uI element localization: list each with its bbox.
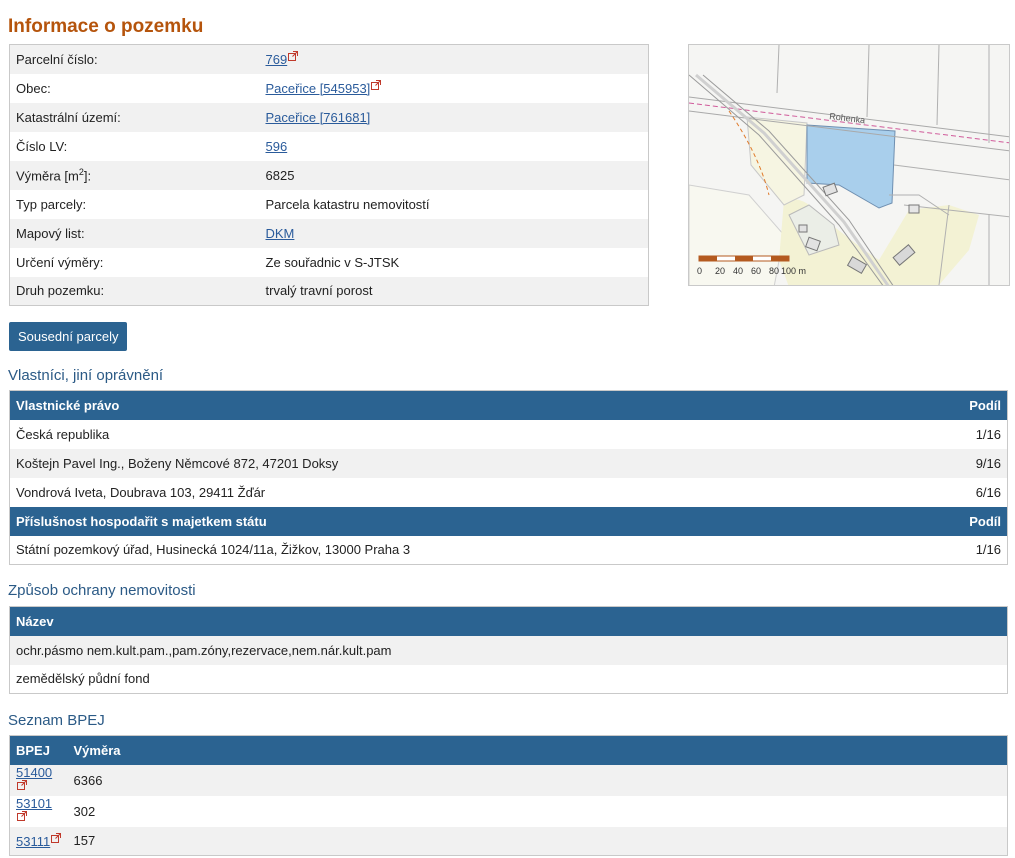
bpej-code-cell: 53111 (9, 826, 68, 856)
info-label: Výměra [m2]: (9, 160, 260, 190)
info-row: Typ parcely: Parcela katastru nemovitostí (9, 189, 649, 219)
info-row: Katastrální území: Paceřice [761681] (9, 102, 649, 132)
info-value-link[interactable]: Paceřice [761681] (266, 110, 371, 125)
info-row: Druh pozemku: trvalý travní porost (9, 276, 649, 306)
owners-group-header: Příslušnost hospodařit s majetkem státu P… (9, 506, 1008, 536)
bpej-row: 53111 157 (9, 826, 1008, 856)
info-value-link[interactable]: DKM (266, 226, 295, 241)
share-header: Podíl (909, 506, 1008, 536)
neighbor-parcels-button[interactable]: Sousední parcely (9, 322, 128, 351)
info-label: Druh pozemku: (9, 276, 260, 306)
info-row: Číslo LV: 596 (9, 131, 649, 161)
info-value: Paceřice [761681] (259, 102, 649, 132)
bpej-row: 53101 302 (9, 795, 1008, 827)
map-canvas: Rohenka 0 20 40 60 80 100 m (689, 45, 1009, 285)
external-link-icon (371, 80, 382, 90)
owner-row: Česká republika 1/16 (9, 419, 1008, 449)
owner-share: 9/16 (909, 448, 1008, 478)
parcel-map[interactable]: Rohenka 0 20 40 60 80 100 m (688, 44, 1010, 286)
info-value: Paceřice [545953] (259, 73, 649, 103)
scale-tick-label: 80 (769, 266, 779, 276)
owners-group-title: Příslušnost hospodařit s majetkem státu (9, 506, 910, 536)
owner-name: Vondrová Iveta, Doubrava 103, 29411 Žďár (9, 477, 910, 507)
info-label: Mapový list: (9, 218, 260, 248)
owner-name: Státní pozemkový úřad, Husinecká 1024/11… (9, 535, 910, 565)
protection-name-header: Název (9, 606, 1008, 636)
owner-row: Vondrová Iveta, Doubrava 103, 29411 Žďár… (9, 477, 1008, 507)
info-row: Určení výměry: Ze souřadnic v S-JTSK (9, 247, 649, 277)
bpej-row: 51400 6366 (9, 764, 1008, 796)
info-label: Obec: (9, 73, 260, 103)
owner-name: Česká republika (9, 419, 910, 449)
protection-row: ochr.pásmo nem.kult.pam.,pam.zóny,rezerv… (9, 635, 1008, 665)
parcel-info-table: Parcelní číslo: 769 Obec: Paceřice [545953]… (9, 44, 649, 306)
info-value: DKM (259, 218, 649, 248)
bpej-header-row: BPEJ Výměra (9, 735, 1008, 765)
info-value: Parcela katastru nemovitostí (259, 189, 649, 219)
bpej-code-link[interactable]: 51400 (16, 765, 52, 780)
info-row: Parcelní číslo: 769 (9, 44, 649, 74)
info-value: Ze souřadnic v S-JTSK (259, 247, 649, 277)
protection-heading: Způsob ochrany nemovitosti (8, 582, 196, 599)
protection-header-row: Název (9, 606, 1008, 636)
info-row: Obec: Paceřice [545953] (9, 73, 649, 103)
scale-tick-label: 40 (733, 266, 743, 276)
external-link-icon (288, 51, 299, 62)
info-label: Určení výměry: (9, 247, 260, 277)
scale-tick-label: 0 (697, 266, 702, 276)
info-value-link[interactable]: Paceřice [545953] (266, 81, 371, 96)
info-value-link[interactable]: 769 (266, 52, 288, 67)
bpej-code-link[interactable]: 53111 (16, 834, 50, 849)
owners-heading: Vlastníci, jiní oprávnění (8, 367, 164, 384)
bpej-area-header: Výměra (67, 735, 1008, 765)
protection-row: zemědělský půdní fond (9, 664, 1008, 694)
svg-text:100 m: 100 m (781, 266, 806, 276)
owner-share: 1/16 (909, 535, 1008, 565)
external-link-icon (17, 779, 27, 790)
info-row: Mapový list: DKM (9, 218, 649, 248)
owner-row: Státní pozemkový úřad, Husinecká 1024/11… (9, 535, 1008, 565)
external-link-icon (51, 832, 62, 843)
info-row: Výměra [m2]: 6825 (9, 160, 649, 190)
info-value: 769 (259, 44, 649, 74)
owners-group-header: Vlastnické právo Podíl (9, 390, 1008, 420)
owner-name: Koštejn Pavel Ing., Boženy Němcové 872, … (9, 448, 910, 478)
bpej-code-header: BPEJ (9, 735, 68, 765)
page-title: Informace o pozemku (8, 16, 204, 37)
share-header: Podíl (909, 390, 1008, 420)
info-value: 6825 (259, 160, 649, 190)
owner-share: 1/16 (909, 419, 1008, 449)
owners-table: Vlastnické právo Podíl Česká republika 1/16… (9, 390, 1008, 565)
info-value: 596 (259, 131, 649, 161)
scale-tick-label: 20 (715, 266, 725, 276)
info-label: Parcelní číslo: (9, 44, 260, 74)
bpej-area: 302 (67, 795, 1008, 827)
scale-tick-label: 60 (751, 266, 761, 276)
bpej-code-cell: 51400 (9, 764, 68, 796)
owner-row: Koštejn Pavel Ing., Boženy Němcové 872, … (9, 448, 1008, 478)
protection-table: Název ochr.pásmo nem.kult.pam.,pam.zóny,r… (9, 606, 1008, 694)
info-value: trvalý travní porost (259, 276, 649, 306)
owners-group-title: Vlastnické právo (9, 390, 910, 420)
protection-name: zemědělský půdní fond (9, 664, 1008, 694)
info-label: Katastrální území: (9, 102, 260, 132)
protection-name: ochr.pásmo nem.kult.pam.,pam.zóny,rezerv… (9, 635, 1008, 665)
bpej-area: 157 (67, 826, 1008, 856)
info-label: Typ parcely: (9, 189, 260, 219)
bpej-table: BPEJ Výměra 51400 6366 53101 302 53111 157 (9, 735, 1008, 856)
info-value-link[interactable]: 596 (266, 139, 288, 154)
bpej-heading: Seznam BPEJ (8, 712, 105, 729)
info-label: Číslo LV: (9, 131, 260, 161)
bpej-code-cell: 53101 (9, 795, 68, 827)
bpej-code-link[interactable]: 53101 (16, 796, 52, 811)
external-link-icon (17, 810, 27, 821)
owner-share: 6/16 (909, 477, 1008, 507)
bpej-area: 6366 (67, 764, 1008, 796)
